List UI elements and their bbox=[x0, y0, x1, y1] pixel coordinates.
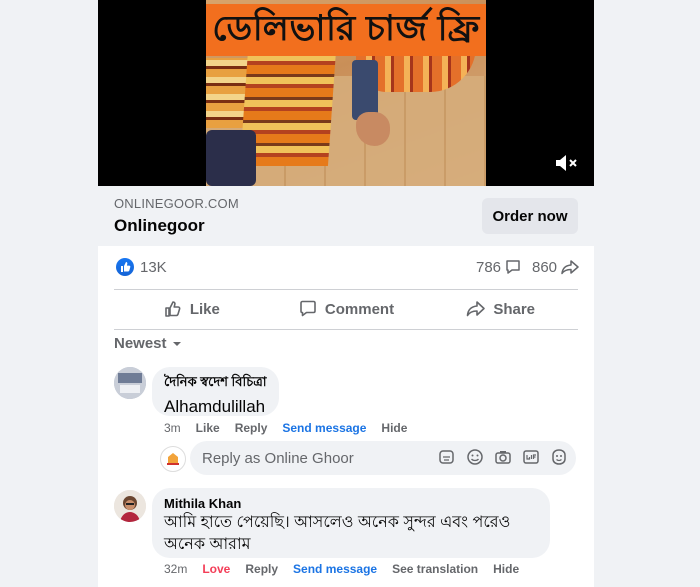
comment-text-line: আমি হাতে পেয়েছি। আসলেও অনেক সুন্দর এবং … bbox=[164, 514, 511, 531]
comment-reply-link[interactable]: Reply bbox=[235, 421, 268, 435]
share-arrow-icon bbox=[561, 260, 579, 275]
comment-button[interactable]: Comment bbox=[269, 289, 424, 329]
link-title[interactable]: Onlinegoor bbox=[114, 216, 205, 236]
thumbs-up-icon bbox=[165, 301, 181, 317]
video-player[interactable]: ডেলিভারি চার্জ ফ্রি bbox=[98, 0, 594, 186]
divider bbox=[114, 329, 578, 330]
model-leg bbox=[352, 60, 378, 120]
reply-toolbar bbox=[438, 448, 568, 466]
order-now-button[interactable]: Order now bbox=[482, 198, 578, 234]
share-button[interactable]: Share bbox=[423, 289, 578, 329]
comment-text: Alhamdulillah bbox=[164, 397, 266, 416]
comment-sort-dropdown[interactable]: Newest bbox=[114, 335, 183, 352]
emoji-icon[interactable] bbox=[466, 448, 484, 466]
sticker-icon[interactable] bbox=[438, 448, 456, 466]
comment-bubble: দৈনিক স্বদেশ বিচিত্রা Alhamdulillah bbox=[152, 367, 279, 416]
caret-down-icon bbox=[172, 341, 181, 346]
love-reaction-link[interactable]: Love bbox=[202, 562, 230, 576]
avatar[interactable] bbox=[114, 490, 146, 522]
comment-meta: 3m Like Reply Send message Hide bbox=[164, 421, 407, 435]
comment-count[interactable]: 786 bbox=[476, 259, 521, 276]
comment-button-label: Comment bbox=[324, 300, 395, 318]
see-translation-link[interactable]: See translation bbox=[392, 562, 478, 576]
sort-label: Newest bbox=[114, 335, 167, 352]
avatar-sticker-icon[interactable] bbox=[550, 448, 568, 466]
reaction-stats: 13K 786 860 bbox=[98, 246, 594, 288]
camera-icon[interactable] bbox=[494, 448, 512, 466]
model-foot bbox=[356, 112, 390, 146]
link-domain: ONLINEGOOR.COM bbox=[114, 196, 239, 211]
share-count-value: 860 bbox=[532, 259, 558, 276]
post-actions: Like Comment Share bbox=[114, 289, 578, 329]
comment-bubble: Mithila Khan আমি হাতে পেয়েছি। আসলেও অনে… bbox=[152, 488, 550, 558]
like-button[interactable]: Like bbox=[114, 289, 269, 329]
reply-placeholder: Reply as Online Ghoor bbox=[202, 450, 354, 467]
like-button-label: Like bbox=[189, 300, 220, 318]
comment-count-value: 786 bbox=[476, 259, 502, 276]
fabric-dark bbox=[206, 130, 256, 186]
comment-time[interactable]: 32m bbox=[164, 562, 187, 576]
page-avatar bbox=[160, 446, 186, 472]
like-reaction-icon[interactable] bbox=[116, 258, 134, 276]
comment-time[interactable]: 3m bbox=[164, 421, 181, 435]
send-message-link[interactable]: Send message bbox=[282, 421, 366, 435]
comment-icon bbox=[300, 300, 316, 317]
hide-link[interactable]: Hide bbox=[381, 421, 407, 435]
share-icon bbox=[467, 301, 486, 317]
send-message-link[interactable]: Send message bbox=[293, 562, 377, 576]
post-card: ডেলিভারি চার্জ ফ্রি ONLINEGOOR.COM Onlin… bbox=[98, 0, 594, 587]
comment-author[interactable]: দৈনিক স্বদেশ বিচিত্রা bbox=[164, 373, 267, 394]
link-preview[interactable]: ONLINEGOOR.COM Onlinegoor Order now bbox=[98, 186, 594, 246]
reply-input[interactable]: Reply as Online Ghoor bbox=[190, 441, 576, 475]
like-count[interactable]: 13K bbox=[140, 259, 167, 276]
comment-reply-link[interactable]: Reply bbox=[245, 562, 278, 576]
comment-like-link[interactable]: Like bbox=[196, 421, 220, 435]
share-count[interactable]: 860 bbox=[532, 259, 579, 276]
comment-meta: 32m Love Reply Send message See translat… bbox=[164, 562, 519, 576]
speaker-muted-icon[interactable] bbox=[554, 152, 578, 174]
video-banner: ডেলিভারি চার্জ ফ্রি bbox=[206, 4, 486, 56]
comment-text-line: অনেক আরাম bbox=[164, 536, 251, 553]
hide-link[interactable]: Hide bbox=[493, 562, 519, 576]
share-button-label: Share bbox=[493, 300, 536, 318]
comment-author[interactable]: Mithila Khan bbox=[164, 496, 538, 511]
avatar[interactable] bbox=[114, 367, 146, 399]
gif-icon[interactable] bbox=[522, 448, 540, 466]
comment-bubble-icon bbox=[506, 260, 520, 274]
